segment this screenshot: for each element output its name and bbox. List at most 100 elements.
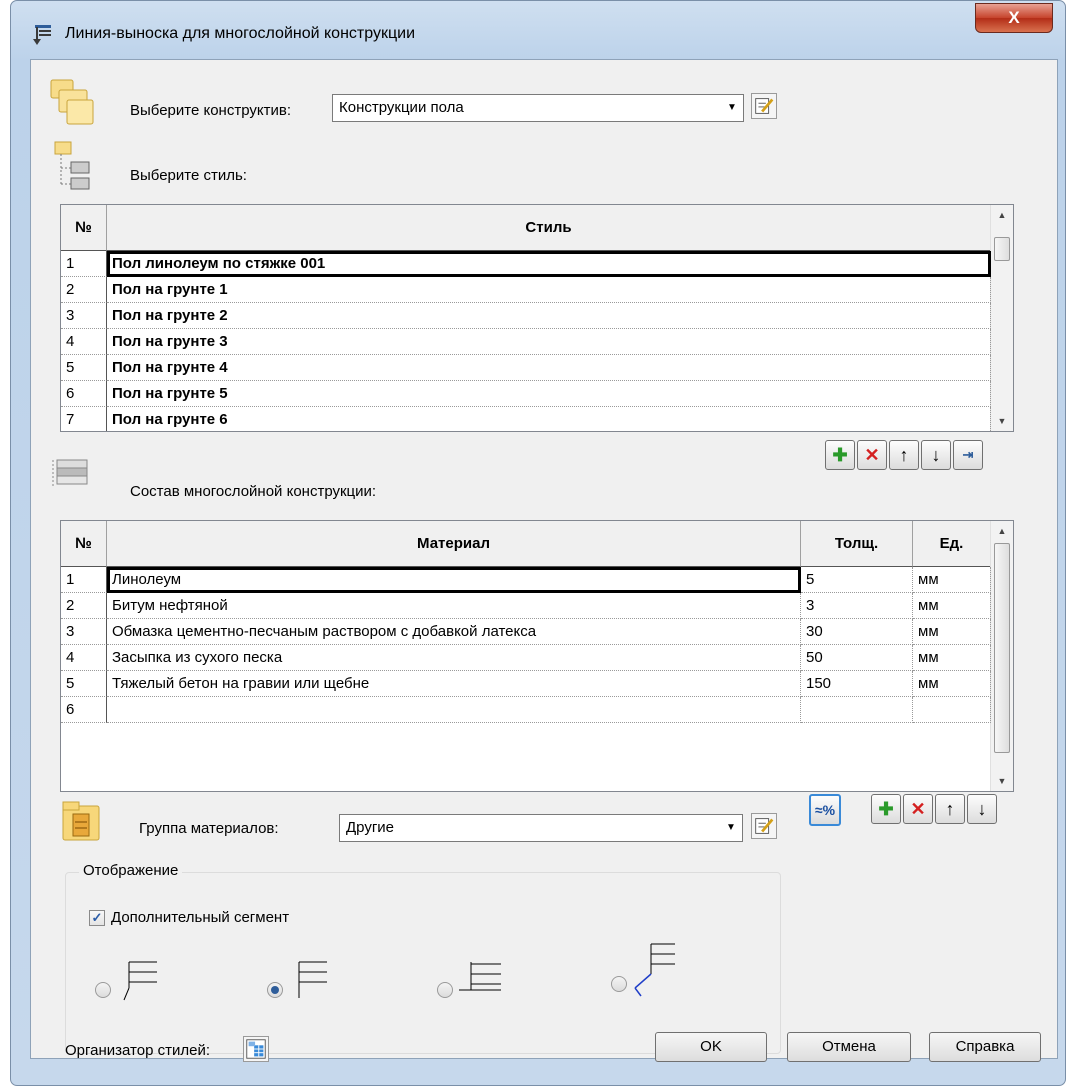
scroll-down-icon[interactable]: ▼ [991,771,1013,791]
styles-scrollbar[interactable]: ▲ ▼ [990,205,1013,431]
style-label: Выберите стиль: [130,167,247,184]
style-organizer-label: Организатор стилей: [65,1042,210,1059]
material-cell[interactable]: Обмазка цементно-песчаным раствором с до… [107,619,801,645]
material-group-combobox[interactable]: Другие ▼ [339,814,743,842]
export-style-button[interactable]: ⇥ [953,440,983,470]
material-cell[interactable] [107,697,801,723]
move-style-up-button[interactable]: ↑ [889,440,919,470]
material-cell[interactable]: Битум нефтяной [107,593,801,619]
construct-combobox[interactable]: Конструкции пола ▼ [332,94,744,122]
row-number: 3 [61,619,107,645]
thickness-cell[interactable]: 30 [801,619,913,645]
style-organizer-button[interactable] [243,1036,269,1062]
row-number: 4 [61,645,107,671]
leader-variant-4-icon [634,943,675,997]
folders-icon [50,79,94,125]
unit-cell[interactable] [913,697,991,723]
edit-material-group-button[interactable] [751,813,777,839]
scroll-down-icon[interactable]: ▼ [991,411,1013,431]
scroll-up-icon[interactable]: ▲ [991,205,1013,225]
style-cell[interactable]: Пол на грунте 3 [107,329,991,355]
cabinet-icon [62,801,100,841]
row-number: 6 [61,381,107,407]
thickness-cell[interactable]: 150 [801,671,913,697]
construct-label: Выберите конструктив: [130,102,292,119]
layers-table[interactable]: № Материал Толщ. Ед. ▲ ▼ 1 Линолеум 5 мм… [60,520,1014,792]
style-cell[interactable]: Пол линолеум по стяжке 001 [107,251,991,277]
variant-1-radio[interactable] [95,982,111,998]
unit-cell[interactable]: мм [913,567,991,593]
variant-2-radio[interactable] [267,982,283,998]
leader-variant-3-icon [459,962,501,991]
add-icon: ✚ [878,799,894,819]
material-cell[interactable]: Тяжелый бетон на гравии или щебне [107,671,801,697]
construct-value: Конструкции пола [339,99,464,116]
style-cell[interactable]: Пол на грунте 2 [107,303,991,329]
move-up-icon: ↑ [899,445,909,465]
leader-variant-1-icon [123,961,157,1001]
unit-cell[interactable]: мм [913,671,991,697]
styles-col-style-header[interactable]: Стиль [107,205,991,251]
material-cell[interactable]: Линолеум [107,567,801,593]
layers-col-unit-header[interactable]: Ед. [913,521,991,567]
layers-scrollbar[interactable]: ▲ ▼ [990,521,1013,791]
add-layer-button[interactable]: ✚ [871,794,901,824]
variant-4-radio[interactable] [611,976,627,992]
delete-icon: ✕ [864,445,880,465]
material-cell[interactable]: Засыпка из сухого песка [107,645,801,671]
delete-style-button[interactable]: ✕ [857,440,887,470]
chevron-down-icon: ▼ [726,822,736,833]
layers-col-num-header[interactable]: № [61,521,107,567]
row-number: 7 [61,407,107,431]
display-group-title: Отображение [79,862,183,879]
style-cell[interactable]: Пол на грунте 5 [107,381,991,407]
title-bar[interactable]: Линия-выноска для многослойной конструкц… [11,1,1065,57]
unit-cell[interactable]: мм [913,619,991,645]
style-cell[interactable]: Пол на грунте 1 [107,277,991,303]
window-title: Линия-выноска для многослойной конструкц… [65,25,415,42]
thickness-cell[interactable]: 50 [801,645,913,671]
row-number: 2 [61,277,107,303]
styles-scroll-thumb[interactable] [994,237,1010,261]
move-layer-down-button[interactable]: ↓ [967,794,997,824]
delete-icon: ✕ [910,799,926,819]
thickness-cell[interactable]: 3 [801,593,913,619]
move-up-icon: ↑ [945,799,955,819]
row-number: 6 [61,697,107,723]
move-layer-up-button[interactable]: ↑ [935,794,965,824]
close-button[interactable]: X [975,3,1053,33]
thickness-cell[interactable]: 5 [801,567,913,593]
unit-cell[interactable]: мм [913,593,991,619]
delete-layer-button[interactable]: ✕ [903,794,933,824]
layers-label: Состав многослойной конструкции: [130,483,377,500]
style-cell[interactable]: Пол на грунте 6 [107,407,991,431]
styles-table[interactable]: № Стиль ▲ ▼ 1 Пол линолеум по стяжке 001… [60,204,1014,432]
row-number: 4 [61,329,107,355]
move-style-down-button[interactable]: ↓ [921,440,951,470]
unit-cell[interactable]: мм [913,645,991,671]
layers-icon [52,459,88,486]
scroll-up-icon[interactable]: ▲ [991,521,1013,541]
ok-button[interactable]: OK [655,1032,767,1062]
material-filter-icon: ≈% [814,802,836,818]
layers-col-material-header[interactable]: Материал [107,521,801,567]
thickness-cell[interactable] [801,697,913,723]
styles-col-num-header[interactable]: № [61,205,107,251]
dialog-window: Линия-выноска для многослойной конструкц… [10,0,1066,1086]
material-filter-button[interactable]: ≈% [809,794,841,826]
style-cell[interactable]: Пол на грунте 4 [107,355,991,381]
help-button[interactable]: Справка [929,1032,1041,1062]
edit-construct-button[interactable] [751,93,777,119]
variant-3-radio[interactable] [437,982,453,998]
extra-segment-checkbox[interactable]: ✓ [89,910,105,926]
style-tree-icon [54,141,90,190]
layers-scroll-thumb[interactable] [994,543,1010,753]
cancel-button[interactable]: Отмена [787,1032,911,1062]
add-style-button[interactable]: ✚ [825,440,855,470]
row-number: 1 [61,567,107,593]
export-icon: ⇥ [962,447,974,462]
layers-col-thickness-header[interactable]: Толщ. [801,521,913,567]
dialog-client: Выберите конструктив: Конструкции пола ▼… [30,59,1058,1062]
row-number: 5 [61,355,107,381]
material-group-value: Другие [346,819,395,836]
